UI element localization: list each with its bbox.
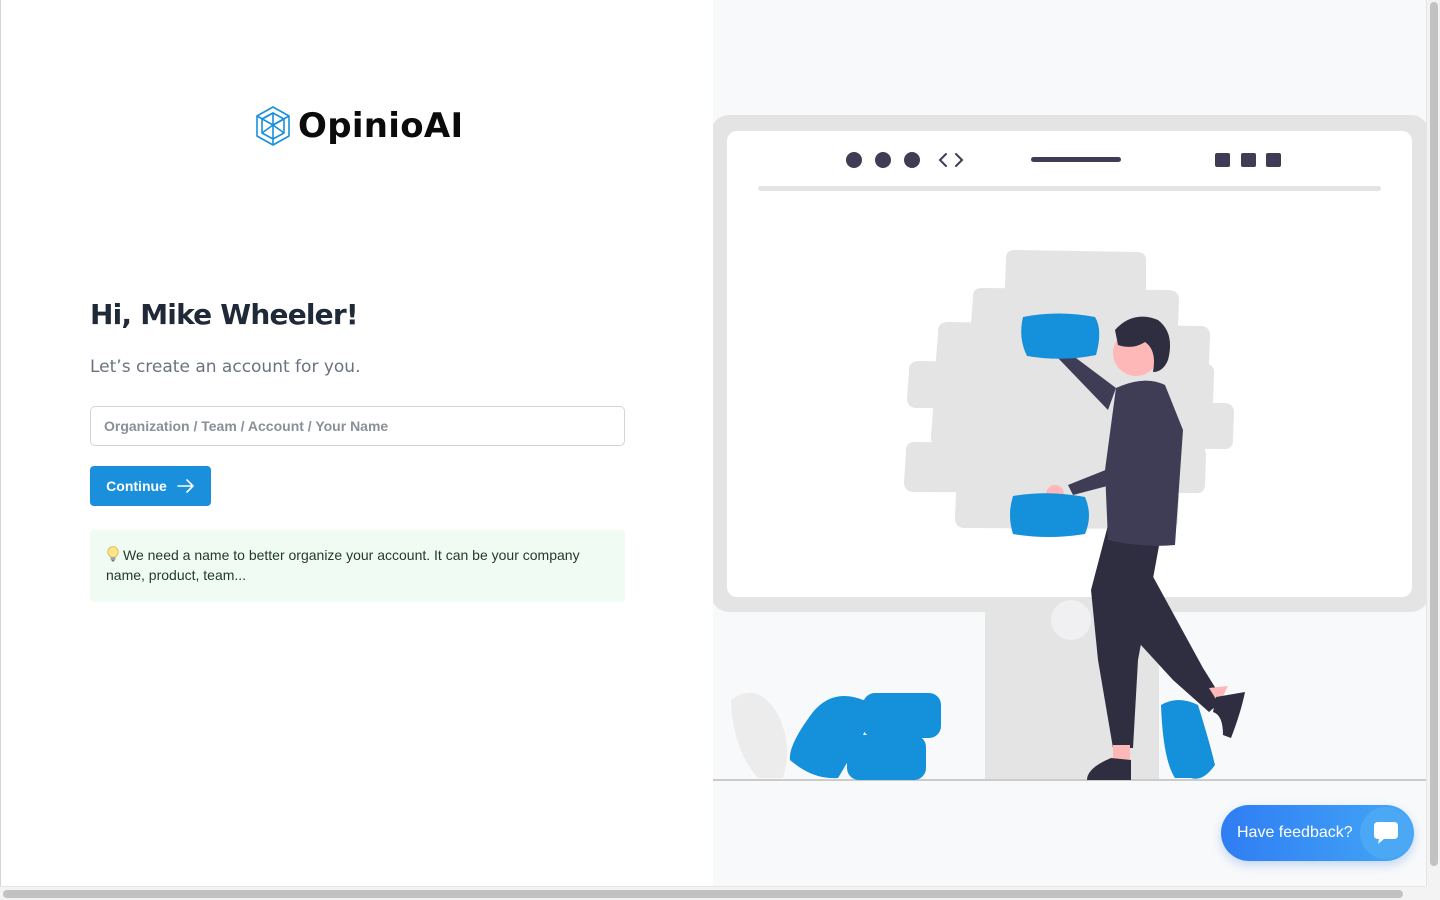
signup-page: OpinioAI Hi, Mike Wheeler! Let’s create … [0, 0, 1440, 900]
signup-panel: OpinioAI Hi, Mike Wheeler! Let’s create … [1, 0, 713, 886]
hexagon-cube-logo-icon [256, 106, 290, 146]
continue-button[interactable]: Continue [90, 466, 211, 506]
organization-name-input[interactable] [90, 406, 625, 446]
horizontal-scroll-thumb[interactable] [3, 890, 1403, 898]
info-hint-box: We need a name to better organize your a… [90, 530, 625, 602]
feedback-button[interactable]: Have feedback? [1221, 805, 1414, 861]
illustration-panel [713, 0, 1426, 886]
vertical-scrollbar[interactable] [1426, 0, 1440, 886]
greeting-heading: Hi, Mike Wheeler! [90, 298, 359, 331]
scrollbar-corner [1426, 886, 1440, 900]
brand-logo: OpinioAI [254, 105, 463, 147]
feedback-label: Have feedback? [1237, 824, 1353, 841]
chat-bubble-button[interactable] [1360, 807, 1412, 859]
vertical-scroll-thumb[interactable] [1430, 2, 1438, 866]
horizontal-scrollbar[interactable] [0, 886, 1426, 900]
chat-bubble-icon [1374, 822, 1398, 844]
info-hint-text: We need a name to better organize your a… [106, 547, 580, 583]
arrow-right-icon [177, 479, 194, 493]
lightbulb-icon [107, 546, 119, 562]
brand-name: OpinioAI [298, 106, 464, 146]
signup-subtitle: Let’s create an account for you. [90, 357, 361, 377]
continue-button-label: Continue [106, 478, 167, 494]
building-blocks-illustration [713, 115, 1426, 781]
